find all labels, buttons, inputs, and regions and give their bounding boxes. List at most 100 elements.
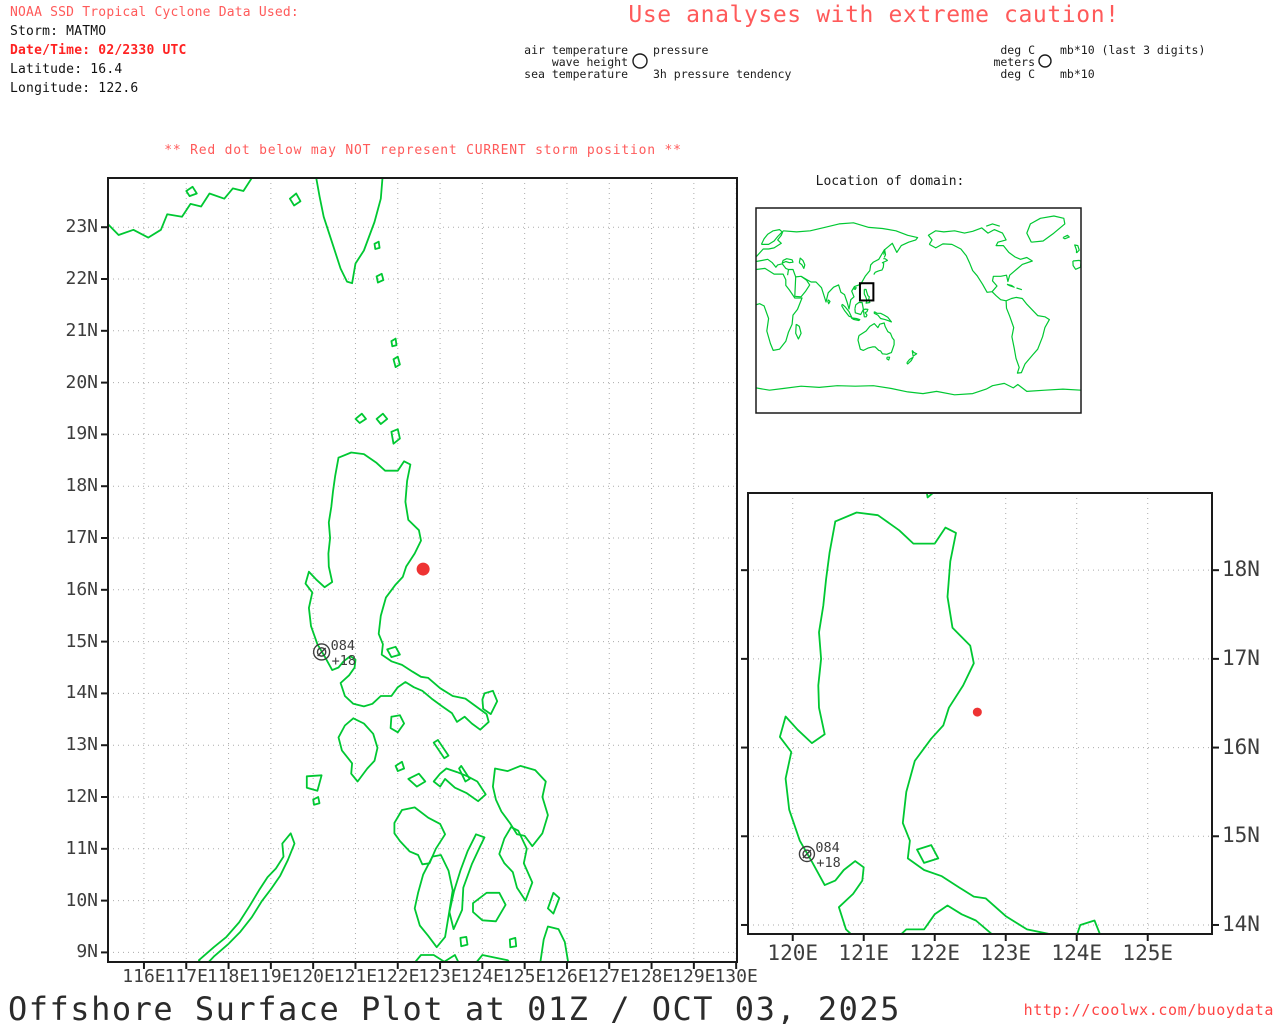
station-inner-circle-icon bbox=[316, 647, 327, 657]
lat-tick-label: 22N bbox=[65, 268, 98, 289]
map-layers: 084+18 bbox=[748, 493, 1212, 934]
world-coastline bbox=[794, 275, 811, 298]
lat-tick-label: 23N bbox=[65, 216, 98, 238]
station-pressure-value: 084 bbox=[815, 840, 839, 856]
world-coastline bbox=[1026, 215, 1066, 243]
coastline bbox=[916, 844, 940, 864]
coastline bbox=[108, 178, 253, 239]
lat-tick-label: 14N bbox=[1222, 911, 1260, 936]
legend-unit-sea-temp: deg C bbox=[1000, 67, 1035, 81]
lon-tick-label: 130E bbox=[714, 966, 758, 987]
world-coastline bbox=[781, 258, 794, 264]
coastline bbox=[312, 796, 321, 806]
coastline bbox=[407, 772, 427, 788]
world-map-frame bbox=[755, 207, 1082, 414]
world-coastline bbox=[1062, 234, 1070, 240]
world-coastline bbox=[927, 227, 1033, 293]
zoom-inset-map: 084+18 bbox=[741, 492, 1219, 941]
world-coastline bbox=[886, 356, 891, 361]
coastline bbox=[498, 826, 534, 902]
main-map: 084+18 bbox=[101, 177, 738, 969]
lat-tick-label: 17N bbox=[1222, 645, 1260, 670]
coastline bbox=[458, 765, 471, 783]
storm-latitude-line: Latitude: 16.4 bbox=[10, 62, 123, 77]
world-coastline bbox=[873, 258, 888, 275]
storm-datetime-line: Date/Time: 02/2330 UTC bbox=[10, 43, 187, 58]
storm-name-line: Storm: MATMO bbox=[10, 24, 107, 39]
world-coastline bbox=[854, 301, 865, 316]
world-coastline bbox=[857, 322, 895, 355]
coastline bbox=[392, 355, 401, 369]
world-coastline bbox=[795, 323, 802, 340]
coastline bbox=[925, 493, 935, 499]
coastline bbox=[459, 936, 469, 948]
coastline bbox=[508, 937, 518, 949]
lat-tick-label: 20N bbox=[65, 371, 98, 393]
world-coastline bbox=[1016, 287, 1023, 291]
world-coastline bbox=[911, 350, 918, 357]
coastline bbox=[304, 451, 490, 731]
storm-position-dot bbox=[972, 707, 982, 717]
station-tendency-value: +18 bbox=[332, 653, 356, 669]
storm-longitude-line: Longitude: 122.6 bbox=[10, 81, 139, 96]
world-coastline bbox=[841, 303, 853, 318]
legend-unit-tendency: mb*10 bbox=[1060, 67, 1095, 81]
legend-sea-temperature: sea temperature bbox=[524, 67, 628, 81]
lat-tick-label: 15N bbox=[65, 630, 98, 652]
coastline bbox=[432, 739, 450, 760]
data-source-line: NOAA SSD Tropical Cyclone Data Used: bbox=[10, 5, 299, 20]
lat-tick-label: 18N bbox=[1222, 557, 1260, 582]
world-coastline bbox=[1072, 259, 1081, 270]
coastline bbox=[288, 192, 302, 207]
map-frame bbox=[107, 177, 738, 963]
coastline bbox=[413, 854, 454, 949]
world-coastline bbox=[991, 291, 1007, 302]
lat-tick-label: 18N bbox=[65, 475, 98, 497]
sample-station-circle-icon bbox=[1038, 54, 1052, 68]
world-coastline bbox=[985, 223, 1000, 227]
lon-tick-label: 121E bbox=[838, 941, 889, 965]
world-coastline bbox=[756, 267, 803, 351]
lon-tick-label: 124E bbox=[1051, 941, 1102, 965]
legend-unit-pressure: mb*10 (last 3 digits) bbox=[1060, 43, 1206, 57]
buoy-plot-page: NOAA SSD Tropical Cyclone Data Used: Sto… bbox=[0, 0, 1280, 1024]
station-slash-icon bbox=[802, 849, 812, 859]
plot-title: Offshore Surface Plot at 01Z / OCT 03, 2… bbox=[8, 990, 901, 1024]
world-coastline bbox=[756, 258, 790, 276]
lat-tick-label: 9N bbox=[76, 941, 98, 963]
coastline bbox=[375, 412, 389, 425]
lat-tick-label: 11N bbox=[65, 837, 98, 859]
world-coastline bbox=[906, 356, 914, 365]
world-coastline bbox=[853, 287, 857, 291]
world-coastline bbox=[873, 311, 892, 323]
world-coastline bbox=[850, 317, 861, 322]
station-circle-icon bbox=[312, 643, 331, 661]
lat-tick-label: 16N bbox=[1222, 734, 1260, 759]
world-coastline bbox=[883, 248, 887, 258]
map-layers: 084+18 bbox=[108, 178, 737, 962]
legend-pressure: pressure bbox=[653, 43, 709, 57]
caution-banner: Use analyses with extreme caution! bbox=[628, 2, 1120, 28]
station-pressure-value: 084 bbox=[331, 638, 355, 654]
map-frame bbox=[747, 492, 1213, 935]
coastline bbox=[390, 428, 401, 445]
world-coastline bbox=[756, 382, 1081, 396]
coastline bbox=[354, 412, 367, 424]
lat-tick-label: 21N bbox=[65, 319, 98, 341]
coastline bbox=[337, 717, 379, 783]
sample-station-circle-icon bbox=[632, 53, 648, 69]
lat-tick-label: 19N bbox=[65, 423, 98, 445]
coastline bbox=[375, 272, 385, 284]
station-plot: 084+18 bbox=[312, 638, 356, 669]
world-coastline bbox=[863, 288, 871, 304]
world-coastline bbox=[827, 299, 831, 305]
world-coastline bbox=[798, 257, 806, 270]
lat-tick-label: 16N bbox=[65, 578, 98, 600]
station-tendency-value: +18 bbox=[816, 855, 840, 871]
lat-tick-label: 13N bbox=[65, 734, 98, 756]
coastline bbox=[185, 185, 198, 197]
coastline bbox=[315, 178, 384, 285]
coastline bbox=[389, 714, 406, 734]
lat-tick-label: 12N bbox=[65, 786, 98, 807]
station-plot: 084+18 bbox=[798, 840, 841, 871]
